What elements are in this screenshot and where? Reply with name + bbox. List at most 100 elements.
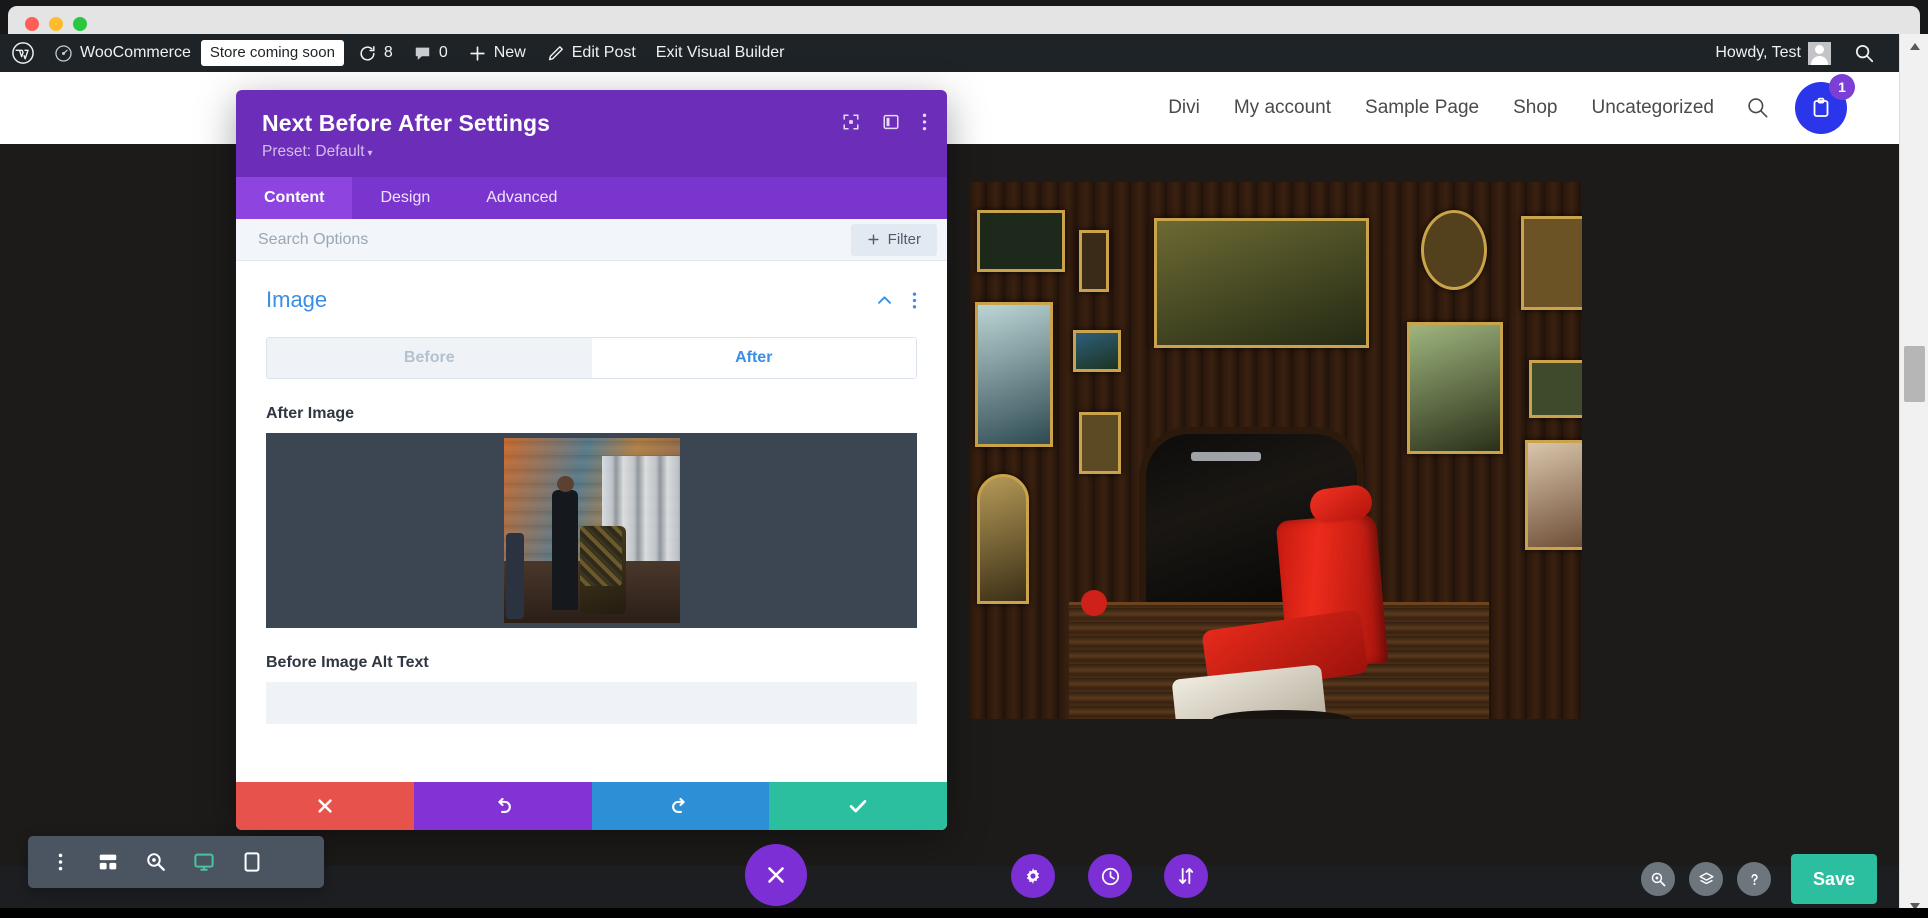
undo-button[interactable] bbox=[413, 782, 592, 830]
redo-button[interactable] bbox=[591, 782, 770, 830]
toggle-before[interactable]: Before bbox=[267, 338, 592, 378]
exit-builder-button[interactable] bbox=[745, 844, 807, 906]
plus-icon bbox=[868, 234, 879, 245]
admin-bar-item-edit-post[interactable]: Edit Post bbox=[536, 34, 646, 72]
admin-bar-updates-count: 8 bbox=[383, 44, 393, 61]
search-icon bbox=[1748, 98, 1768, 118]
scrollbar-up-button[interactable] bbox=[1900, 34, 1928, 58]
window-titlebar bbox=[8, 6, 1920, 34]
close-icon bbox=[318, 799, 332, 813]
admin-bar-label-new: New bbox=[493, 44, 526, 61]
before-image-alt-text-label: Before Image Alt Text bbox=[266, 654, 429, 671]
wall-frame-arched bbox=[977, 474, 1029, 604]
modal-footer-actions bbox=[236, 782, 947, 830]
updates-icon bbox=[360, 45, 375, 61]
desktop-icon[interactable] bbox=[180, 836, 228, 888]
thumb-client-cape bbox=[579, 526, 622, 586]
chevron-up-icon[interactable] bbox=[875, 291, 894, 310]
divi-left-toolbar bbox=[28, 836, 324, 888]
gear-icon bbox=[1026, 868, 1040, 884]
builder-history-button[interactable] bbox=[1088, 854, 1132, 898]
wireframe-icon[interactable] bbox=[84, 836, 132, 888]
wall-frame bbox=[1079, 412, 1121, 474]
panel-layout-icon[interactable] bbox=[882, 113, 900, 131]
help-icon[interactable] bbox=[1737, 862, 1771, 896]
after-image-label: After Image bbox=[266, 405, 355, 422]
window-bottom-edge bbox=[0, 908, 1928, 918]
thumb-person bbox=[505, 533, 524, 619]
toggle-after[interactable]: After bbox=[591, 338, 916, 378]
before-after-toggle: Before After bbox=[266, 337, 917, 379]
zoom-icon[interactable] bbox=[1641, 862, 1675, 896]
close-icon bbox=[768, 867, 784, 883]
after-image-thumbnail[interactable] bbox=[503, 438, 680, 623]
layers-icon[interactable] bbox=[1689, 862, 1723, 896]
filter-label: Filter bbox=[887, 231, 921, 248]
nav-link-divi[interactable]: Divi bbox=[1151, 97, 1217, 119]
wall-frame bbox=[1521, 216, 1582, 310]
module-settings-modal: Next Before After Settings Preset: Defau… bbox=[236, 90, 947, 830]
wall-frame bbox=[1079, 230, 1109, 292]
modal-body: Image Before After After Image Before Im… bbox=[236, 261, 947, 782]
speedometer-icon bbox=[55, 44, 72, 62]
nav-link-my-account[interactable]: My account bbox=[1217, 97, 1348, 119]
admin-bar-search-button[interactable] bbox=[1843, 34, 1885, 72]
save-button[interactable]: Save bbox=[1791, 854, 1877, 904]
more-vertical-icon[interactable] bbox=[36, 836, 84, 888]
admin-bar-comments-count: 0 bbox=[438, 44, 448, 61]
discard-changes-button[interactable] bbox=[236, 782, 414, 830]
zoom-icon[interactable] bbox=[132, 836, 180, 888]
admin-bar-item-new[interactable]: New bbox=[458, 34, 536, 72]
builder-settings-button[interactable] bbox=[1011, 854, 1055, 898]
check-icon bbox=[849, 800, 867, 813]
before-image-alt-text-input[interactable] bbox=[266, 682, 917, 724]
search-options-input[interactable] bbox=[236, 230, 851, 249]
cart-button[interactable]: 1 bbox=[1795, 74, 1855, 134]
comment-icon bbox=[415, 47, 430, 60]
more-vertical-icon[interactable] bbox=[912, 291, 917, 310]
fullscreen-icon[interactable] bbox=[842, 113, 860, 131]
wordpress-admin-bar: WooCommerce Store coming soon 8 0 New Ed… bbox=[0, 34, 1899, 72]
admin-bar-howdy[interactable]: Howdy, Test bbox=[1703, 34, 1841, 72]
modal-preset-label: Preset: Default bbox=[262, 143, 365, 160]
builder-resize-button[interactable] bbox=[1164, 854, 1208, 898]
window-close-button[interactable] bbox=[25, 17, 39, 31]
nav-link-sample-page[interactable]: Sample Page bbox=[1348, 97, 1496, 119]
site-search-button[interactable] bbox=[1731, 95, 1789, 121]
nav-link-uncategorized[interactable]: Uncategorized bbox=[1574, 97, 1731, 119]
admin-bar-label-edit-post: Edit Post bbox=[571, 44, 636, 61]
plus-icon bbox=[470, 45, 485, 61]
admin-bar-wp-logo[interactable] bbox=[0, 34, 44, 72]
window-maximize-button[interactable] bbox=[73, 17, 87, 31]
image-section-title: Image bbox=[266, 287, 328, 312]
admin-bar-item-comments[interactable]: 0 bbox=[403, 34, 458, 72]
store-coming-soon-wrap[interactable]: Store coming soon bbox=[200, 34, 348, 72]
chevron-down-icon: ▾ bbox=[367, 148, 373, 159]
wall-frame-oval bbox=[1421, 210, 1487, 290]
nav-link-shop[interactable]: Shop bbox=[1496, 97, 1574, 119]
tab-content[interactable]: Content bbox=[236, 177, 353, 219]
admin-bar-item-updates[interactable]: 8 bbox=[348, 34, 403, 72]
modal-header-actions bbox=[842, 112, 927, 132]
admin-bar-label-woocommerce: WooCommerce bbox=[80, 44, 191, 61]
admin-bar-item-exit-visual-builder[interactable]: Exit Visual Builder bbox=[646, 34, 795, 72]
wall-frame bbox=[1525, 440, 1582, 550]
tab-advanced[interactable]: Advanced bbox=[458, 177, 585, 219]
more-vertical-icon[interactable] bbox=[922, 112, 927, 132]
undo-icon bbox=[497, 797, 511, 814]
store-coming-soon-badge[interactable]: Store coming soon bbox=[200, 39, 344, 67]
tab-design[interactable]: Design bbox=[352, 177, 458, 219]
after-image-upload-area[interactable] bbox=[266, 433, 917, 628]
browser-scrollbar[interactable] bbox=[1899, 34, 1928, 918]
save-changes-button[interactable] bbox=[769, 782, 947, 830]
modal-preset-selector[interactable]: Preset: Default ▾ bbox=[262, 143, 923, 161]
tablet-icon[interactable] bbox=[228, 836, 276, 888]
filter-button[interactable]: Filter bbox=[850, 223, 937, 256]
image-section-header: Image bbox=[236, 261, 947, 321]
wall-frame bbox=[1407, 322, 1503, 454]
admin-bar-item-woocommerce[interactable]: WooCommerce bbox=[44, 34, 201, 72]
scrollbar-thumb[interactable] bbox=[1904, 346, 1925, 402]
modal-header[interactable]: Next Before After Settings Preset: Defau… bbox=[236, 90, 947, 177]
wall-frame bbox=[1073, 330, 1121, 372]
window-minimize-button[interactable] bbox=[49, 17, 63, 31]
